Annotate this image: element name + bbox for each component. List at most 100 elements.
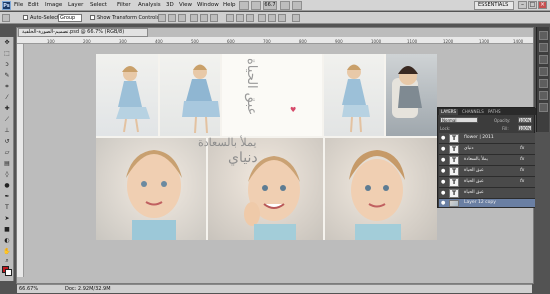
image-layer-thumb: [449, 200, 459, 207]
adjustments-panel-icon[interactable]: [539, 67, 548, 76]
move-tool-icon[interactable]: ✥: [3, 39, 11, 47]
menu-layer[interactable]: Layer: [68, 2, 83, 8]
zoom-level-button[interactable]: 66.7: [263, 1, 277, 10]
masks-panel-icon[interactable]: [539, 79, 548, 88]
layer-row[interactable]: ● T دنياي fx: [439, 144, 535, 155]
doc-size-readout[interactable]: Doc: 2.92M/32.9M: [65, 286, 111, 292]
menu-file[interactable]: File: [14, 2, 23, 8]
ruler-tick: 500: [191, 39, 199, 44]
distribute-vcenter-icon[interactable]: [236, 14, 244, 22]
menu-filter[interactable]: Filter: [117, 2, 131, 8]
distribute-hcenter-icon[interactable]: [268, 14, 276, 22]
maximize-icon[interactable]: □: [528, 1, 537, 9]
distribute-bottom-icon[interactable]: [246, 14, 254, 22]
distribute-left-icon[interactable]: [258, 14, 266, 22]
layer-effects-icon[interactable]: fx: [520, 146, 524, 151]
align-left-icon[interactable]: [190, 14, 198, 22]
document-canvas[interactable]: عبق الحياة ♥ يملأ بالسعادة دنياي: [96, 54, 437, 240]
opacity-field[interactable]: 100%: [518, 117, 532, 123]
swatches-panel-icon[interactable]: [539, 43, 548, 52]
blend-mode-dropdown[interactable]: Normal: [440, 117, 478, 123]
history-brush-tool-icon[interactable]: ↺: [3, 138, 11, 146]
history-panel-icon[interactable]: [539, 91, 548, 100]
eye-icon[interactable]: ●: [441, 201, 446, 206]
document-tab[interactable]: تصميم-الصورة-الخلفية.psd @ 66.7% (RGB/8): [18, 28, 148, 37]
eyedropper-tool-icon[interactable]: ⁄: [3, 94, 11, 102]
menu-window[interactable]: Window: [197, 2, 219, 8]
path-select-tool-icon[interactable]: ➤: [3, 215, 11, 223]
align-right-icon[interactable]: [210, 14, 218, 22]
marquee-tool-icon[interactable]: ⬚: [3, 50, 11, 58]
healing-brush-tool-icon[interactable]: ✚: [3, 105, 11, 113]
bridge-button[interactable]: [239, 1, 249, 10]
layer-row[interactable]: ● T يملأ بالسعادة fx: [439, 155, 535, 166]
move-tool-preset-icon[interactable]: [2, 14, 10, 22]
eye-icon[interactable]: ●: [441, 147, 446, 152]
menu-3d[interactable]: 3D: [166, 2, 174, 8]
transform-controls-checkbox[interactable]: [90, 15, 95, 20]
close-icon[interactable]: ×: [538, 1, 547, 9]
blur-tool-icon[interactable]: ◊: [3, 171, 11, 179]
align-top-icon[interactable]: [158, 14, 166, 22]
text-layer-thumb: T: [449, 134, 459, 143]
eye-icon[interactable]: ●: [441, 158, 446, 163]
dodge-tool-icon[interactable]: ●: [3, 182, 11, 190]
align-bottom-icon[interactable]: [178, 14, 186, 22]
layer-row[interactable]: ● T flower | 2011: [439, 133, 535, 144]
menu-analysis[interactable]: Analysis: [138, 2, 161, 8]
actions-panel-icon[interactable]: [539, 103, 548, 112]
styles-panel-icon[interactable]: [539, 55, 548, 64]
arrange-documents-button[interactable]: [292, 1, 302, 10]
vertical-ruler[interactable]: [17, 44, 24, 277]
menu-help[interactable]: Help: [223, 2, 236, 8]
distribute-top-icon[interactable]: [226, 14, 234, 22]
menu-image[interactable]: Image: [45, 2, 62, 8]
lasso-tool-icon[interactable]: ↄ: [3, 61, 11, 69]
layer-row-selected[interactable]: ● Layer 12 copy: [439, 199, 535, 208]
gradient-tool-icon[interactable]: ▤: [3, 160, 11, 168]
layer-effects-icon[interactable]: fx: [520, 157, 524, 162]
align-hcenter-icon[interactable]: [200, 14, 208, 22]
quick-select-tool-icon[interactable]: ✎: [3, 72, 11, 80]
layer-effects-icon[interactable]: fx: [520, 179, 524, 184]
auto-select-checkbox[interactable]: [23, 15, 28, 20]
distribute-right-icon[interactable]: [278, 14, 286, 22]
auto-align-icon[interactable]: [292, 14, 300, 22]
tab-layers[interactable]: LAYERS: [439, 109, 459, 115]
crop-tool-icon[interactable]: ⌗: [3, 83, 11, 91]
mini-bridge-button[interactable]: [251, 1, 261, 10]
girl-braid-image: [349, 150, 405, 240]
layer-effects-icon[interactable]: fx: [520, 168, 524, 173]
eye-icon[interactable]: ●: [441, 169, 446, 174]
shape-tool-icon[interactable]: ■: [3, 226, 11, 234]
type-tool-icon[interactable]: T: [3, 204, 11, 212]
auto-select-dropdown[interactable]: Group: [58, 14, 82, 22]
horizontal-ruler[interactable]: 100 200 300 400 500 600 700 800 900 1000…: [17, 37, 533, 44]
zoom-readout[interactable]: 66.67%: [19, 286, 38, 292]
layer-row[interactable]: ● T عبق الحياة fx: [439, 166, 535, 177]
menu-select[interactable]: Select: [90, 2, 107, 8]
menu-view[interactable]: View: [179, 2, 192, 8]
hand-tool-button[interactable]: [280, 1, 290, 10]
tab-channels[interactable]: CHANNELS: [460, 109, 486, 115]
layer-row[interactable]: ● T عبق الحياة fx: [439, 177, 535, 188]
clone-stamp-tool-icon[interactable]: ⊥: [3, 127, 11, 135]
brush-tool-icon[interactable]: ⟋: [3, 116, 11, 124]
align-vcenter-icon[interactable]: [168, 14, 176, 22]
background-color-swatch[interactable]: [5, 269, 12, 276]
eraser-tool-icon[interactable]: ▱: [3, 149, 11, 157]
minimize-icon[interactable]: –: [518, 1, 527, 9]
eye-icon[interactable]: ●: [441, 180, 446, 185]
hand-tool-icon[interactable]: ✋: [3, 248, 11, 256]
tab-paths[interactable]: PATHS: [486, 109, 503, 115]
workspace-switcher[interactable]: ESSENTIALS: [474, 1, 514, 10]
layer-row[interactable]: ● T عبق الحياة: [439, 188, 535, 199]
color-panel-icon[interactable]: [539, 31, 548, 40]
pen-tool-icon[interactable]: ✒: [3, 193, 11, 201]
fill-field[interactable]: 100%: [518, 125, 532, 131]
eye-icon[interactable]: ●: [441, 191, 446, 196]
menu-edit[interactable]: Edit: [28, 2, 39, 8]
zoom-tool-icon[interactable]: ⌕: [3, 257, 11, 265]
3d-rotate-tool-icon[interactable]: ◐: [3, 237, 11, 245]
eye-icon[interactable]: ●: [441, 136, 446, 141]
